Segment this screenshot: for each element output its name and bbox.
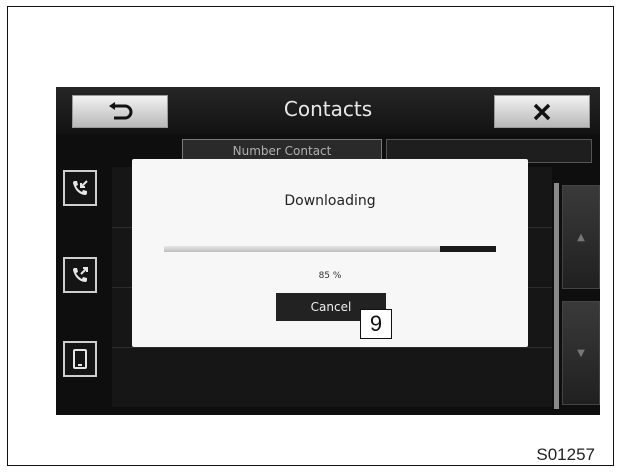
phone-device-button[interactable] bbox=[63, 341, 97, 377]
return-arrow-icon bbox=[109, 101, 133, 119]
progress-percentage: 85 % bbox=[318, 271, 342, 281]
figure-frame: Contacts Number Contact ▲ ▼ Downloading … bbox=[7, 6, 614, 466]
scroll-down-icon: ▼ bbox=[577, 347, 585, 359]
incoming-call-icon bbox=[73, 180, 88, 195]
download-dialog: Downloading 85 % Cancel bbox=[132, 159, 528, 347]
dialog-title: Downloading bbox=[284, 193, 376, 209]
close-x-icon bbox=[533, 103, 551, 120]
callout-number: 9 bbox=[360, 309, 392, 339]
screen-title: Contacts bbox=[283, 97, 373, 121]
scroll-up-icon: ▲ bbox=[577, 231, 585, 243]
figure-code: S01257 bbox=[536, 445, 595, 464]
progress-bar bbox=[164, 246, 496, 252]
phone-device-icon bbox=[73, 349, 87, 369]
scrollbar[interactable] bbox=[554, 183, 559, 409]
incoming-calls-button[interactable] bbox=[63, 170, 97, 206]
back-button[interactable] bbox=[72, 95, 168, 128]
scroll-up-button[interactable]: ▲ bbox=[562, 185, 600, 289]
head-unit-screen: Contacts Number Contact ▲ ▼ Downloading … bbox=[56, 87, 600, 415]
outgoing-call-icon bbox=[73, 267, 88, 282]
screen-header: Contacts bbox=[56, 87, 600, 135]
scroll-down-button[interactable]: ▼ bbox=[562, 301, 600, 405]
close-button[interactable] bbox=[494, 95, 590, 128]
outgoing-calls-button[interactable] bbox=[63, 257, 97, 293]
progress-fill bbox=[164, 246, 440, 252]
list-divider bbox=[112, 347, 552, 348]
